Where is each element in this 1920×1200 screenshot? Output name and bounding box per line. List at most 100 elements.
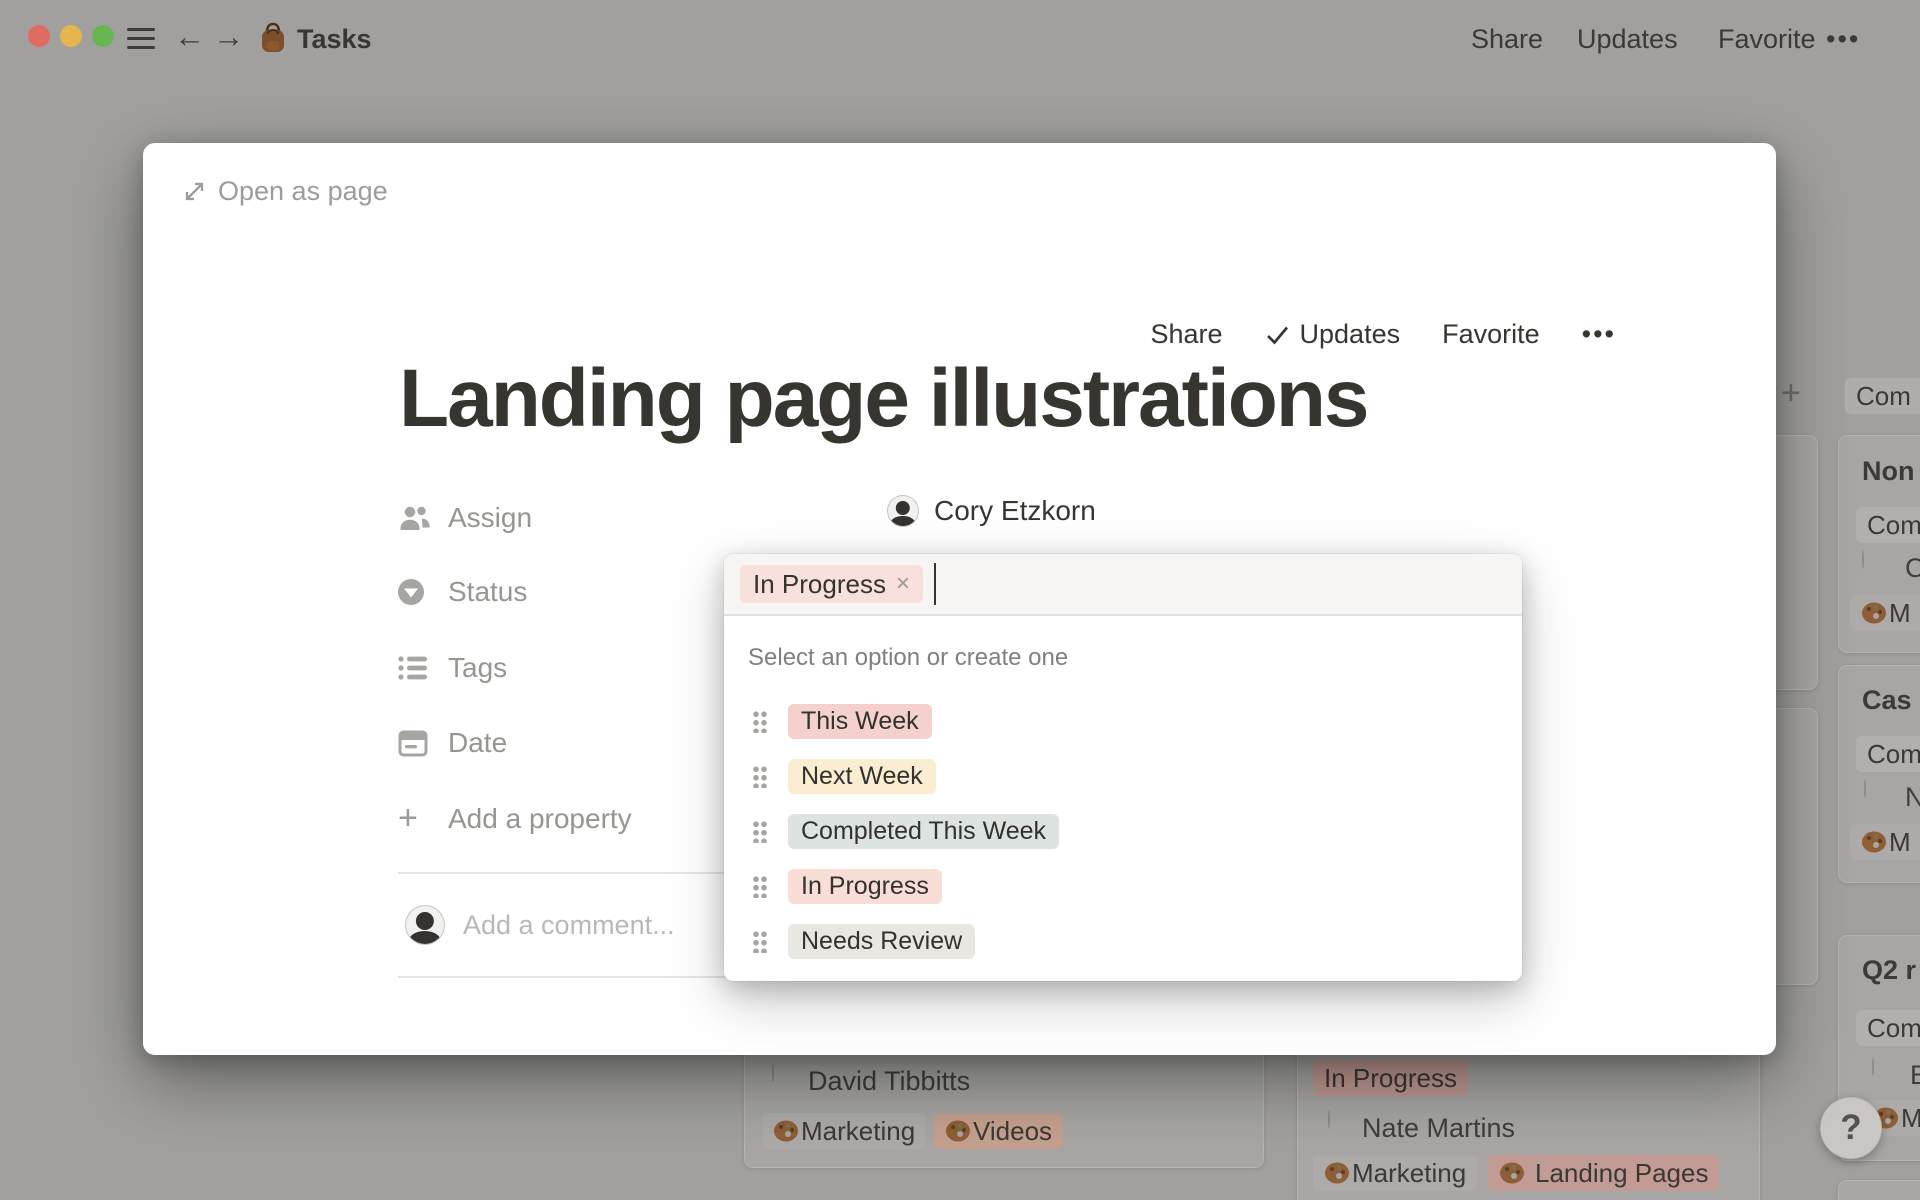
property-row-tags[interactable]: Tags <box>398 648 507 688</box>
card-tag-label: Marketing <box>801 1115 916 1146</box>
backpack-emoji-icon <box>262 22 284 52</box>
forward-arrow-icon[interactable]: → <box>213 21 244 52</box>
card-person-name: David Tibbitts <box>808 1066 971 1096</box>
add-property-label: Add a property <box>448 803 632 834</box>
modal-more-button[interactable]: ••• <box>1582 319 1616 350</box>
card-person-name: C <box>1905 553 1920 583</box>
comment-placeholder: Add a comment... <box>463 909 675 940</box>
property-row-assign[interactable]: Assign <box>398 498 532 538</box>
status-option-in-progress[interactable]: In Progress <box>724 861 1522 911</box>
card-status-label: Com <box>1867 1012 1920 1043</box>
avatar <box>772 1063 774 1082</box>
topbar-share-button[interactable]: Share <box>1471 24 1543 55</box>
avatar <box>1328 1110 1330 1129</box>
open-as-page-label: Open as page <box>218 176 388 206</box>
add-property-button[interactable]: + Add a property <box>398 799 632 839</box>
add-card-plus-icon: + <box>1781 374 1801 412</box>
card-status-chip: Com <box>1856 736 1920 772</box>
topbar-favorite-button[interactable]: Favorite <box>1718 24 1816 55</box>
task-title[interactable]: Landing page illustrations <box>399 352 1370 446</box>
status-option-this-week[interactable]: This Week <box>724 696 1522 746</box>
comment-row[interactable]: Add a comment... <box>405 905 675 945</box>
property-row-status[interactable]: Status <box>398 572 527 612</box>
card-tag-label: Landing Pages <box>1535 1157 1709 1188</box>
status-dropdown-icon <box>398 579 432 605</box>
property-row-date[interactable]: Date <box>398 723 507 763</box>
drag-handle-icon[interactable] <box>752 929 767 953</box>
card-tag-chip: Marketing <box>1313 1155 1478 1191</box>
status-option-completed-this-week[interactable]: Completed This Week <box>724 806 1522 856</box>
card-tag-label: M <box>1889 597 1911 628</box>
drag-handle-icon[interactable] <box>752 709 767 733</box>
help-question-mark: ? <box>1840 1108 1862 1147</box>
column-header-label: Com <box>1856 380 1911 411</box>
sidebar-menu-icon[interactable] <box>127 28 155 49</box>
card-tag-chip: M <box>1850 824 1920 860</box>
card-status-chip: Com <box>1856 507 1920 543</box>
dropdown-hint: Select an option or create one <box>748 644 1069 671</box>
card-status-label: In Progress <box>1324 1062 1457 1093</box>
status-option-chip: Completed This Week <box>788 813 1060 849</box>
palette-emoji-icon <box>1862 602 1886 624</box>
card-tag-label: Marketing <box>1352 1157 1467 1188</box>
traffic-light-minimize[interactable] <box>60 25 82 47</box>
modal-share-button[interactable]: Share <box>1150 319 1222 350</box>
status-option-next-week[interactable]: Next Week <box>724 751 1522 801</box>
avatar <box>405 905 445 945</box>
status-select-input[interactable]: In Progress × <box>724 554 1522 616</box>
drag-handle-icon[interactable] <box>752 819 767 843</box>
card-status-label: Com <box>1867 509 1920 540</box>
card-tag-chip: M <box>1850 595 1920 631</box>
drag-handle-icon[interactable] <box>752 874 767 898</box>
traffic-light-close[interactable] <box>28 25 50 47</box>
card-title: Cas <box>1862 685 1912 715</box>
board-background: + Com Non Com C M Cas Com N M Q2 r Com E… <box>0 0 1920 1200</box>
card-status-label: Com <box>1867 738 1920 769</box>
card-status-chip: Com <box>1856 1010 1920 1046</box>
column-header-chip: Com <box>1845 378 1920 414</box>
tags-label: Tags <box>448 652 508 683</box>
back-arrow-icon[interactable]: ← <box>174 21 205 52</box>
remove-tag-icon[interactable]: × <box>896 570 910 598</box>
avatar <box>1872 1057 1874 1076</box>
card-title: Non <box>1862 456 1915 486</box>
help-button: ? <box>1820 1097 1882 1159</box>
calendar-icon <box>398 729 432 757</box>
modal-updates-label: Updates <box>1299 319 1401 349</box>
status-option-needs-review[interactable]: Needs Review <box>724 916 1522 966</box>
topbar-updates-button[interactable]: Updates <box>1577 24 1678 55</box>
avatar <box>887 495 919 527</box>
selected-status-label: In Progress <box>753 568 886 599</box>
card-tag-chip: Marketing <box>762 1113 927 1149</box>
board-card <box>1838 1180 1920 1200</box>
modal-updates-button[interactable]: Updates <box>1265 319 1401 350</box>
traffic-light-zoom[interactable] <box>92 25 114 47</box>
text-cursor <box>933 563 936 605</box>
avatar <box>1862 550 1864 569</box>
status-option-chip: This Week <box>788 703 932 739</box>
topbar-more-button[interactable]: ••• <box>1826 24 1860 55</box>
expand-diagonal-icon <box>185 182 204 201</box>
assignee-name: Cory Etzkorn <box>934 495 1096 526</box>
drag-handle-icon[interactable] <box>752 764 767 788</box>
card-tag-chip: Videos <box>934 1113 1064 1149</box>
card-person-name: Nate Martins <box>1362 1113 1516 1143</box>
assign-value[interactable]: Cory Etzkorn <box>887 495 1096 527</box>
modal-actions: Share Updates Favorite ••• <box>1150 319 1616 350</box>
card-status-chip: In Progress <box>1313 1060 1468 1096</box>
card-tag-label: Videos <box>973 1115 1053 1146</box>
app-window: ← → Tasks Share Updates Favorite ••• + C… <box>0 0 1920 1200</box>
list-icon <box>398 655 432 681</box>
status-label: Status <box>448 576 528 607</box>
open-as-page-button[interactable]: Open as page <box>183 176 388 207</box>
card-tag-label: M <box>1901 1102 1920 1133</box>
avatar <box>1864 779 1866 798</box>
palette-emoji-icon <box>1325 1162 1349 1184</box>
page-title-topbar: Tasks <box>297 24 372 54</box>
people-icon <box>398 504 432 532</box>
modal-favorite-button[interactable]: Favorite <box>1442 319 1540 350</box>
palette-emoji-icon <box>946 1120 970 1142</box>
card-person-name: E <box>1910 1060 1920 1090</box>
palette-emoji-icon <box>1862 831 1886 853</box>
selected-status-chip: In Progress × <box>740 565 923 603</box>
